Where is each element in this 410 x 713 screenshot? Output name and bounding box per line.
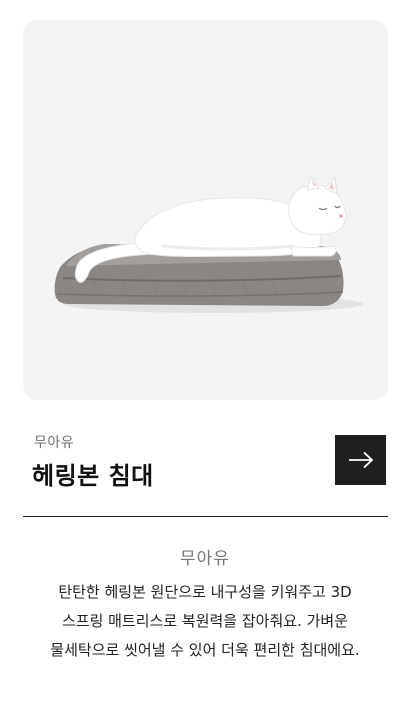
description-line: 물세탁으로 씻어낼 수 있어 더욱 편리한 침대에요. — [50, 641, 360, 659]
description-line: 스프링 매트리스로 복원력을 잡아줘요. 가벼운 — [61, 612, 349, 630]
view-detail-button[interactable] — [335, 435, 386, 485]
section-divider — [23, 516, 388, 517]
cat-on-bed-illustration — [54, 174, 363, 313]
product-title: 헤링본 침대 — [32, 462, 154, 490]
product-image[interactable] — [23, 20, 388, 400]
description-line: 탄탄한 헤링본 원단으로 내구성을 키워주고 3D — [58, 583, 352, 601]
description-brand: 무아유 — [180, 549, 230, 569]
product-brand: 무아유 — [34, 435, 75, 451]
product-card: 무아유 헤링본 침대 무아유 탄탄한 헤링본 원단으로 내구성을 키워주고 3D… — [0, 0, 410, 713]
arrow-right-icon — [348, 451, 373, 469]
product-description: 탄탄한 헤링본 원단으로 내구성을 키워주고 3D 스프링 매트리스로 복원력을… — [0, 578, 410, 665]
